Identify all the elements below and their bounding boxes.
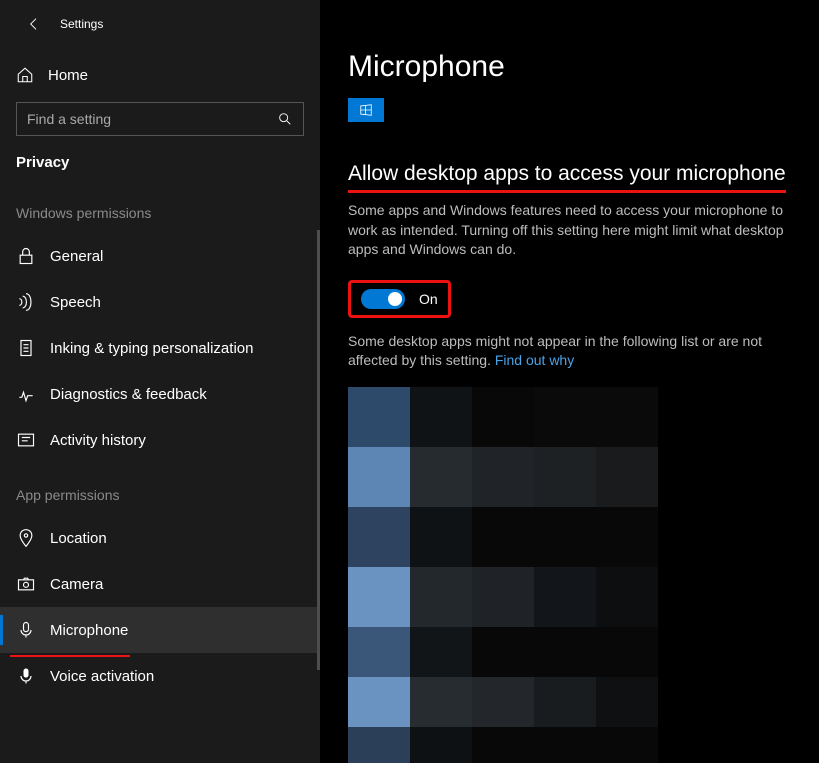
- sidebar-item-label: Inking & typing personalization: [50, 340, 253, 357]
- section-description: Some apps and Windows features need to a…: [348, 201, 788, 260]
- toggle-state-label: On: [419, 291, 438, 307]
- search-icon: [277, 111, 293, 127]
- sidebar-item-speech[interactable]: Speech: [0, 279, 320, 325]
- search-box[interactable]: [16, 102, 304, 136]
- microphone-icon: [16, 620, 36, 640]
- sidebar-item-label: General: [50, 248, 103, 265]
- clipboard-icon: [16, 338, 36, 358]
- section-heading-text: Allow desktop apps to access your microp…: [348, 162, 786, 193]
- page-title: Microphone: [348, 50, 789, 84]
- sidebar-item-label: Speech: [50, 294, 101, 311]
- sidebar-item-label: Location: [50, 530, 107, 547]
- sidebar-item-inking[interactable]: Inking & typing personalization: [0, 325, 320, 371]
- arrow-left-icon: [26, 16, 42, 32]
- window-title: Settings: [60, 17, 103, 31]
- diagnostics-icon: [16, 384, 36, 404]
- back-button[interactable]: [16, 10, 52, 38]
- sidebar-item-label: Microphone: [50, 622, 128, 639]
- windows-icon: [357, 103, 375, 117]
- find-out-why-link[interactable]: Find out why: [495, 352, 574, 368]
- sidebar-item-microphone[interactable]: Microphone: [0, 607, 320, 653]
- sidebar-item-location[interactable]: Location: [0, 515, 320, 561]
- sidebar-item-label: Home: [48, 67, 88, 84]
- section-heading: Allow desktop apps to access your microp…: [348, 162, 789, 193]
- toggle-row: On: [348, 280, 789, 318]
- app-list-redacted: [348, 387, 658, 763]
- sidebar-item-label: Activity history: [50, 432, 146, 449]
- sidebar-item-label: Voice activation: [50, 668, 154, 685]
- app-chip: [348, 98, 384, 122]
- sidebar-current-category: Privacy: [0, 136, 320, 181]
- camera-icon: [16, 574, 36, 594]
- followup-text: Some desktop apps might not appear in th…: [348, 332, 788, 371]
- sidebar-item-camera[interactable]: Camera: [0, 561, 320, 607]
- sidebar-scroll[interactable]: Windows permissions General Speech Inkin…: [0, 181, 320, 763]
- toggle-knob: [388, 292, 402, 306]
- search-container: [0, 102, 320, 136]
- sidebar-group-title: Windows permissions: [0, 181, 320, 233]
- sidebar: Settings Home Privacy Windows permission…: [0, 0, 320, 763]
- sidebar-item-label: Camera: [50, 576, 103, 593]
- home-icon: [16, 66, 34, 84]
- titlebar: Settings: [0, 0, 320, 38]
- sidebar-item-label: Diagnostics & feedback: [50, 386, 207, 403]
- search-input[interactable]: [27, 111, 277, 127]
- lock-icon: [16, 246, 36, 266]
- main-panel: Microphone Allow desktop apps to access …: [320, 0, 819, 763]
- highlight-box: On: [348, 280, 451, 318]
- desktop-apps-microphone-toggle[interactable]: [361, 289, 405, 309]
- voice-activation-icon: [16, 666, 36, 686]
- history-icon: [16, 430, 36, 450]
- sidebar-group-title: App permissions: [0, 463, 320, 515]
- sidebar-item-general[interactable]: General: [0, 233, 320, 279]
- sidebar-item-activity-history[interactable]: Activity history: [0, 417, 320, 463]
- speech-icon: [16, 292, 36, 312]
- sidebar-item-home[interactable]: Home: [0, 56, 320, 94]
- sidebar-item-diagnostics[interactable]: Diagnostics & feedback: [0, 371, 320, 417]
- sidebar-item-voice-activation[interactable]: Voice activation: [0, 653, 320, 699]
- location-icon: [16, 528, 36, 548]
